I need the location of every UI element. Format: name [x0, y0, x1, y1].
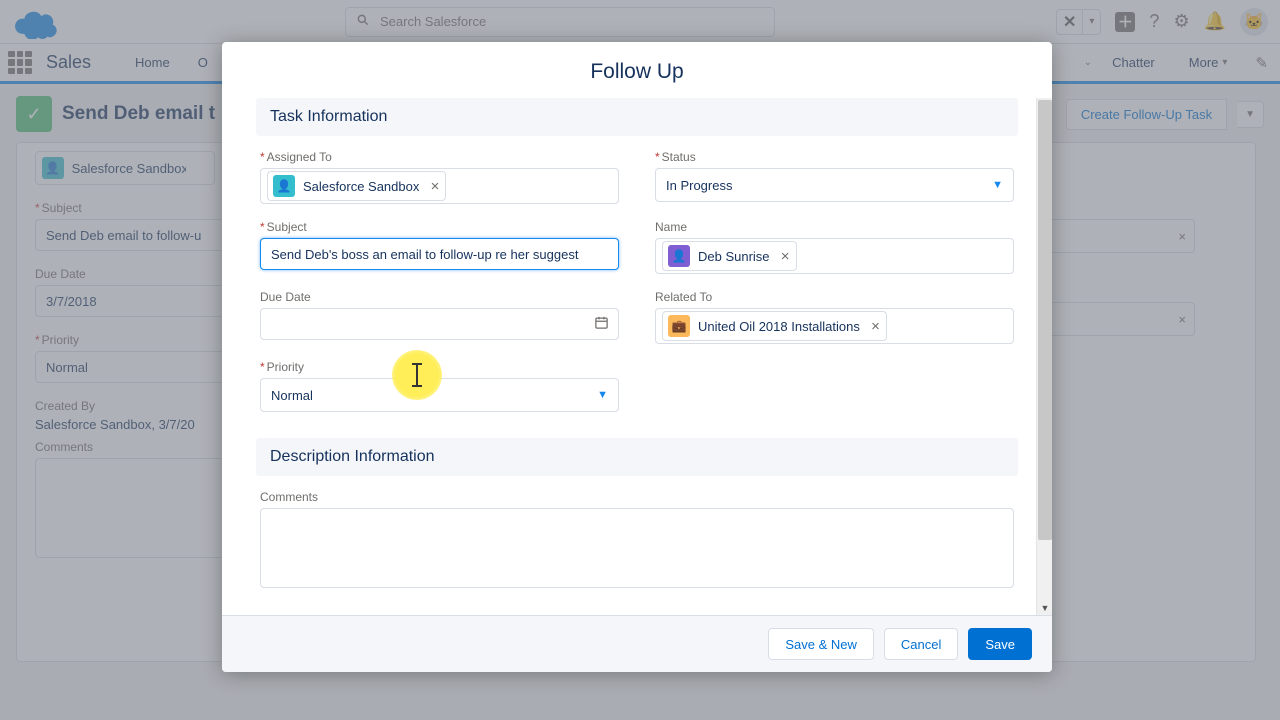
status-label: Status [662, 150, 696, 164]
section-description-info: Description Information [256, 438, 1018, 476]
chip-remove-icon[interactable]: × [781, 248, 790, 265]
followup-modal: Follow Up Task Information *Assigned To … [222, 42, 1052, 672]
assigned-chip-label: Salesforce Sandbox [303, 179, 419, 194]
priority-select[interactable]: Normal ▼ [260, 378, 619, 412]
save-button[interactable]: Save [968, 628, 1032, 660]
section-task-info: Task Information [256, 98, 1018, 136]
status-value: In Progress [666, 178, 732, 193]
opportunity-icon: 💼 [668, 315, 690, 337]
status-select[interactable]: In Progress ▼ [655, 168, 1014, 202]
save-and-new-button[interactable]: Save & New [768, 628, 874, 660]
assigned-label: Assigned To [267, 150, 332, 164]
contact-icon: 👤 [668, 245, 690, 267]
chevron-down-icon: ▼ [992, 179, 1003, 191]
assigned-to-lookup[interactable]: 👤 Salesforce Sandbox × [260, 168, 619, 204]
subject-input[interactable] [260, 238, 619, 270]
related-label: Related To [655, 290, 712, 304]
subject-label: Subject [267, 220, 307, 234]
scrollbar[interactable]: ▼ [1036, 98, 1052, 615]
scroll-down-icon[interactable]: ▼ [1037, 601, 1052, 615]
chevron-down-icon: ▼ [597, 389, 608, 401]
name-chip-label: Deb Sunrise [698, 249, 770, 264]
cancel-button[interactable]: Cancel [884, 628, 958, 660]
user-icon: 👤 [273, 175, 295, 197]
modal-title: Follow Up [222, 42, 1052, 98]
comments-label: Comments [260, 490, 318, 504]
related-chip-label: United Oil 2018 Installations [698, 319, 860, 334]
chip-remove-icon[interactable]: × [871, 318, 880, 335]
priority-label: Priority [267, 360, 304, 374]
comments-textarea[interactable] [260, 508, 1014, 588]
name-lookup[interactable]: 👤 Deb Sunrise × [655, 238, 1014, 274]
name-label: Name [655, 220, 687, 234]
duedate-input[interactable] [260, 308, 619, 340]
related-to-lookup[interactable]: 💼 United Oil 2018 Installations × [655, 308, 1014, 344]
chip-remove-icon[interactable]: × [431, 178, 440, 195]
priority-value: Normal [271, 388, 313, 403]
scrollbar-thumb[interactable] [1038, 100, 1052, 540]
duedate-label: Due Date [260, 290, 311, 304]
